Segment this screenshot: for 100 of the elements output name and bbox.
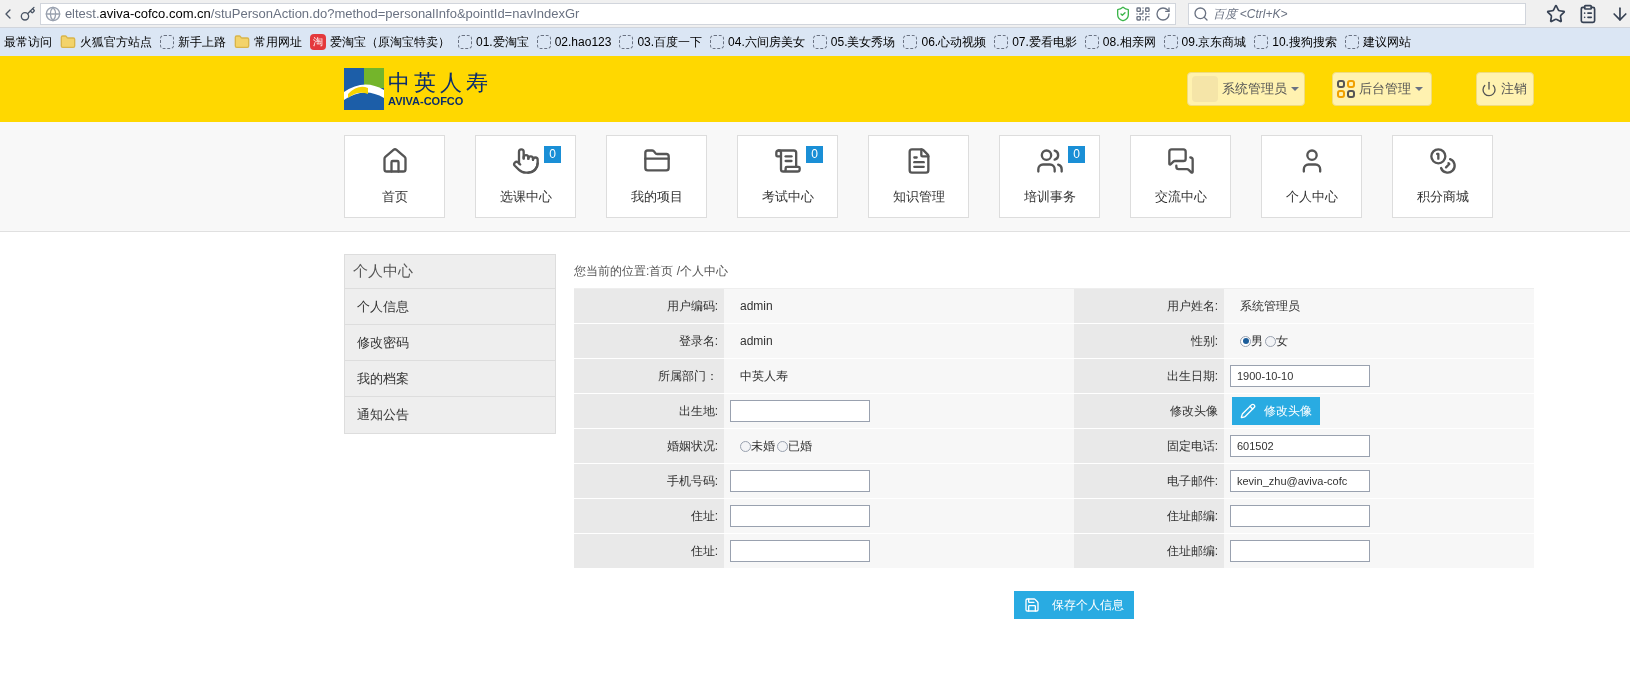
field-label: 固定电话:	[1074, 429, 1224, 464]
logo[interactable]: 中英人寿 AVIVA-COFCO	[344, 68, 492, 110]
nav-tile[interactable]: 选课中心 0	[475, 135, 576, 218]
field-value: admin	[739, 333, 773, 350]
address-bar[interactable]: eltest.aviva-cofco.com.cn/stuPersonAction.do?method=personalInfo&pointId=navIndexGr	[39, 2, 1176, 25]
search-placeholder: 百度 <Ctrl+K>	[1212, 5, 1288, 23]
input-field[interactable]: 601502	[1230, 435, 1370, 457]
nav-tile[interactable]: 交流中心	[1130, 135, 1231, 218]
nav-label: 培训事务	[1023, 187, 1076, 206]
nav-tile[interactable]: 我的项目	[606, 135, 707, 218]
user-menu[interactable]: 系统管理员	[1187, 72, 1305, 106]
nav-tile[interactable]: 积分商城	[1392, 135, 1493, 218]
bookmark-link[interactable]: 04.六间房美女	[728, 33, 805, 51]
input-field[interactable]	[1230, 505, 1370, 527]
nav-label: 首页	[381, 187, 408, 206]
field-label: 住址邮编:	[1074, 499, 1224, 534]
nav-label: 选课中心	[499, 187, 552, 206]
chat-icon	[1166, 146, 1195, 175]
field-label: 电子邮件:	[1074, 464, 1224, 499]
radio-label: 已婚	[788, 438, 812, 455]
page-icon	[160, 35, 174, 49]
input-field[interactable]: 1900-10-10	[1230, 365, 1370, 387]
radio-button[interactable]	[777, 440, 788, 452]
bookmark-link[interactable]: 火狐官方站点	[80, 33, 152, 51]
input-field[interactable]	[730, 470, 870, 492]
input-field[interactable]	[730, 505, 870, 527]
input-field[interactable]	[730, 400, 870, 422]
caret-icon	[1415, 87, 1423, 91]
shield-icon[interactable]	[1114, 5, 1131, 22]
radio-button[interactable]	[1265, 335, 1276, 347]
bookmark-link[interactable]: 05.美女秀场	[830, 33, 896, 51]
nav-label: 知识管理	[892, 187, 945, 206]
folder-icon	[642, 146, 671, 175]
nav-tile[interactable]: 培训事务 0	[999, 135, 1100, 218]
sidebar-item[interactable]: 个人信息	[345, 289, 555, 325]
field-label: 修改头像	[1074, 394, 1224, 429]
admin-menu[interactable]: 后台管理	[1332, 72, 1432, 106]
bookmark-link[interactable]: 01.爱淘宝	[476, 33, 529, 51]
logout-button[interactable]: 注销	[1476, 72, 1534, 106]
radio-label: 女	[1276, 333, 1288, 350]
input-field[interactable]	[730, 540, 870, 562]
bookmark-link[interactable]: 08.相亲网	[1102, 33, 1156, 51]
count-badge: 0	[1068, 146, 1085, 163]
scroll-icon	[773, 146, 802, 175]
sidebar-item[interactable]: 通知公告	[345, 397, 555, 433]
page-icon	[903, 35, 918, 49]
logo-icon	[344, 68, 384, 110]
page-icon	[458, 35, 472, 49]
bookmark-link[interactable]: 03.百度一下	[637, 33, 703, 51]
search-icon	[1192, 5, 1209, 22]
caret-icon	[1291, 87, 1299, 91]
bookmark-link[interactable]: 新手上路	[178, 33, 226, 51]
bookmark-star-icon[interactable]	[1546, 3, 1567, 24]
nav-tile[interactable]: 首页	[344, 135, 445, 218]
sidebar-item[interactable]: 修改密码	[345, 325, 555, 361]
bookmark-link[interactable]: 最常访问	[4, 33, 52, 51]
input-field[interactable]: kevin_zhu@aviva-cofc	[1230, 470, 1370, 492]
page-icon	[1254, 35, 1269, 49]
field-label: 住址邮编:	[1074, 534, 1224, 569]
pointer-icon	[511, 146, 540, 175]
field-label: 登录名:	[574, 324, 724, 359]
field-label: 用户姓名:	[1074, 289, 1224, 324]
page-icon	[710, 35, 725, 49]
nav-tile[interactable]: 考试中心 0	[737, 135, 838, 218]
nav-tile[interactable]: 知识管理	[868, 135, 969, 218]
page-icon	[1344, 35, 1359, 49]
bookmark-link[interactable]: 09.京东商城	[1181, 33, 1247, 51]
bookmark-link[interactable]: 爱淘宝（原淘宝特卖）	[330, 33, 450, 51]
count-badge: 0	[806, 146, 823, 163]
radio-button[interactable]	[1240, 335, 1251, 347]
nav-label: 积分商城	[1416, 187, 1469, 206]
key-icon	[19, 5, 36, 22]
sidebar-item[interactable]: 我的档案	[345, 361, 555, 397]
people-icon	[1035, 146, 1064, 175]
qr-code-icon[interactable]	[1134, 5, 1151, 22]
nav-tile[interactable]: 个人中心	[1261, 135, 1362, 218]
pencil-icon	[1240, 403, 1256, 419]
bookmark-link[interactable]: 06.心动视频	[921, 33, 987, 51]
power-icon	[1481, 81, 1497, 97]
sidebar-title: 个人中心	[345, 255, 555, 289]
field-label: 用户编码:	[574, 289, 724, 324]
field-label: 出生日期:	[1074, 359, 1224, 394]
folder-icon	[234, 34, 250, 50]
field-label: 婚姻状况:	[574, 429, 724, 464]
bookmark-link[interactable]: 07.爱看电影	[1012, 33, 1077, 51]
bookmark-link[interactable]: 建议网站	[1362, 33, 1411, 51]
bookmark-link[interactable]: 10.搜狗搜索	[1272, 33, 1337, 51]
field-value: 中英人寿	[739, 368, 788, 385]
search-field[interactable]: 百度 <Ctrl+K>	[1187, 2, 1527, 25]
radio-button[interactable]	[740, 440, 751, 452]
grid-icon	[1337, 80, 1355, 98]
page-icon	[1163, 35, 1178, 49]
page-icon	[1084, 35, 1099, 49]
nav-label: 我的项目	[630, 187, 683, 206]
input-field[interactable]	[1230, 540, 1370, 562]
bookmark-link[interactable]: 常用网址	[254, 33, 302, 51]
reload-icon[interactable]	[1154, 5, 1171, 22]
bookmark-link[interactable]: 02.hao123	[554, 33, 612, 51]
field-value: admin	[739, 298, 773, 315]
count-badge: 0	[544, 146, 561, 163]
